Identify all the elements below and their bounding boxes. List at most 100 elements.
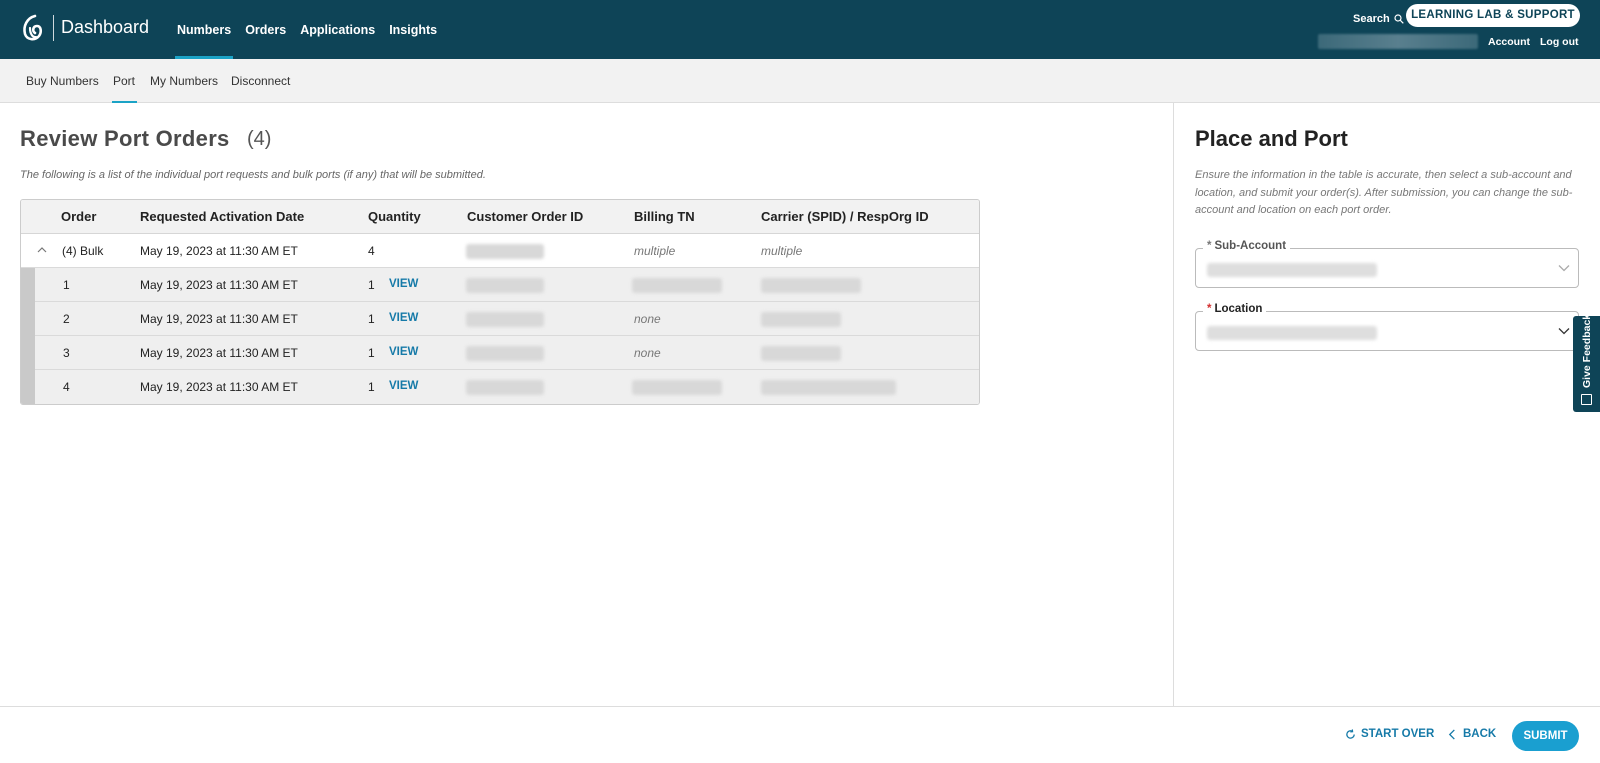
location-value-redacted — [1207, 326, 1377, 340]
chevron-down-icon — [1558, 265, 1570, 272]
carrier-redacted — [761, 346, 841, 361]
table-row: 1 May 19, 2023 at 11:30 AM ET 1 VIEW — [21, 268, 979, 302]
view-link[interactable]: VIEW — [389, 380, 418, 392]
carrier-redacted — [761, 312, 841, 327]
table-row-bulk[interactable]: (4) Bulk May 19, 2023 at 11:30 AM ET 4 m… — [21, 234, 979, 268]
subnav-buy-numbers[interactable]: Buy Numbers — [26, 74, 99, 88]
customer-order-id-redacted — [466, 312, 544, 327]
carrier-redacted — [761, 278, 861, 293]
billing-tn-cell: none — [634, 346, 661, 360]
sub-nav: Buy Numbers Port My Numbers Disconnect — [0, 59, 1600, 103]
page-title: Review Port Orders — [20, 126, 230, 151]
customer-order-id-redacted — [466, 346, 544, 361]
subnav-active-indicator — [112, 101, 137, 103]
column-header: Requested Activation Date — [140, 209, 305, 224]
billing-tn-redacted — [632, 278, 722, 293]
view-link[interactable]: VIEW — [389, 312, 418, 324]
quantity-cell: 1 — [368, 278, 375, 292]
search-link[interactable]: Search — [1353, 13, 1404, 25]
chevron-down-icon — [1558, 328, 1570, 335]
subnav-port[interactable]: Port — [113, 74, 135, 88]
nav-orders[interactable]: Orders — [245, 0, 286, 59]
give-feedback-tab[interactable]: Give Feedback — [1573, 313, 1600, 412]
sub-account-select[interactable]: * Sub-Account — [1195, 240, 1579, 288]
billing-tn-redacted — [632, 380, 722, 395]
table-header: Order Requested Activation Date Quantity… — [21, 200, 979, 234]
logout-link[interactable]: Log out — [1540, 36, 1578, 48]
billing-tn-cell: multiple — [634, 244, 676, 258]
logo-icon[interactable] — [21, 14, 45, 42]
quantity-cell: 1 — [368, 346, 375, 360]
location-label: * Location — [1203, 303, 1267, 315]
location-select[interactable]: * Location — [1195, 303, 1579, 351]
brand-title[interactable]: Dashboard — [61, 17, 149, 38]
order-cell: 2 — [63, 312, 70, 326]
row-stripe — [21, 370, 35, 404]
order-count: (4) — [247, 128, 272, 150]
panel-title: Place and Port — [1195, 126, 1348, 151]
table-row: 3 May 19, 2023 at 11:30 AM ET 1 VIEW non… — [21, 336, 979, 370]
sub-account-value-redacted — [1207, 263, 1377, 277]
place-and-port-panel: Place and Port Ensure the information in… — [1173, 103, 1600, 706]
page-description: The following is a list of the individua… — [20, 169, 486, 181]
sub-account-label-text: Sub-Account — [1214, 240, 1287, 252]
customer-order-id-redacted — [466, 244, 544, 259]
quantity-cell: 1 — [368, 380, 375, 394]
panel-description: Ensure the information in the table is a… — [1195, 169, 1573, 216]
table-row: 2 May 19, 2023 at 11:30 AM ET 1 VIEW non… — [21, 302, 979, 336]
feedback-label: Give Feedback — [1581, 313, 1593, 388]
required-mark: * — [1207, 303, 1212, 315]
main-nav: Numbers Orders Applications Insights — [174, 0, 451, 59]
logo-divider — [53, 15, 54, 41]
learning-lab-button[interactable]: LEARNING LAB & SUPPORT — [1406, 4, 1580, 27]
column-header: Quantity — [368, 209, 421, 224]
chevron-up-icon[interactable] — [36, 245, 48, 255]
date-cell: May 19, 2023 at 11:30 AM ET — [140, 278, 298, 292]
user-name-redacted — [1318, 34, 1478, 49]
footer-actions: START OVER BACK SUBMIT — [0, 706, 1600, 763]
subnav-my-numbers[interactable]: My Numbers — [150, 74, 218, 88]
order-cell: 1 — [63, 278, 70, 292]
nav-numbers[interactable]: Numbers — [174, 0, 234, 59]
search-icon — [1394, 14, 1404, 24]
carrier-redacted — [761, 380, 896, 395]
nav-applications[interactable]: Applications — [300, 0, 375, 59]
order-cell: 4 — [63, 380, 70, 394]
date-cell: May 19, 2023 at 11:30 AM ET — [140, 244, 298, 258]
column-header: Carrier (SPID) / RespOrg ID — [761, 209, 929, 224]
chevron-left-icon — [1448, 728, 1455, 740]
date-cell: May 19, 2023 at 11:30 AM ET — [140, 346, 298, 360]
required-mark: * — [1207, 240, 1212, 252]
date-cell: May 19, 2023 at 11:30 AM ET — [140, 380, 298, 394]
customer-order-id-redacted — [466, 380, 544, 395]
view-link[interactable]: VIEW — [389, 346, 418, 358]
customer-order-id-redacted — [466, 278, 544, 293]
sub-account-label: * Sub-Account — [1203, 240, 1291, 252]
start-over-label: START OVER — [1361, 728, 1435, 740]
billing-tn-cell: none — [634, 312, 661, 326]
row-stripe — [21, 268, 35, 302]
feedback-icon — [1581, 394, 1592, 405]
row-stripe — [21, 302, 35, 336]
column-header: Customer Order ID — [467, 209, 584, 224]
carrier-cell: multiple — [761, 244, 803, 258]
port-orders-table: Order Requested Activation Date Quantity… — [20, 199, 980, 405]
back-button[interactable]: BACK — [1447, 728, 1496, 740]
column-header: Order — [61, 209, 97, 224]
subnav-disconnect[interactable]: Disconnect — [231, 74, 290, 88]
start-over-button[interactable]: START OVER — [1345, 728, 1434, 740]
row-stripe — [21, 336, 35, 370]
nav-insights[interactable]: Insights — [389, 0, 437, 59]
date-cell: May 19, 2023 at 11:30 AM ET — [140, 312, 298, 326]
account-link[interactable]: Account — [1488, 36, 1530, 48]
quantity-cell: 1 — [368, 312, 375, 326]
order-cell: 3 — [63, 346, 70, 360]
submit-button[interactable]: SUBMIT — [1512, 721, 1579, 751]
table-row: 4 May 19, 2023 at 11:30 AM ET 1 VIEW — [21, 370, 979, 404]
view-link[interactable]: VIEW — [389, 278, 418, 290]
quantity-cell: 4 — [368, 244, 375, 258]
back-label: BACK — [1463, 728, 1497, 740]
search-label: Search — [1353, 13, 1390, 25]
top-header: Dashboard Numbers Orders Applications In… — [0, 0, 1600, 59]
column-header: Billing TN — [634, 209, 695, 224]
